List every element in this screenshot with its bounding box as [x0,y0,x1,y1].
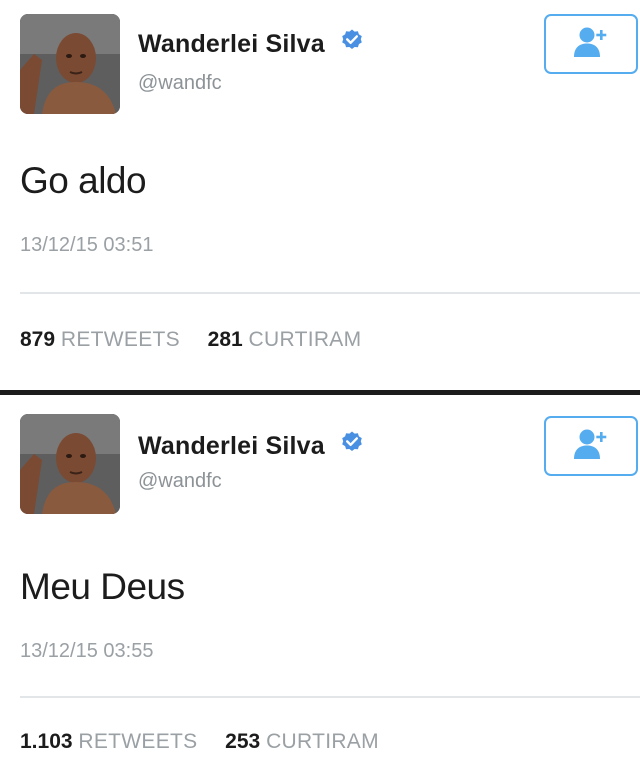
author-name[interactable]: Wanderlei Silva [138,430,364,461]
retweets-count: 879 [20,328,56,351]
verified-badge-icon [340,28,364,59]
add-user-icon [571,25,611,64]
author-name[interactable]: Wanderlei Silva [138,28,364,59]
retweets-count: 1.103 [20,730,73,753]
tweet-card: Wanderlei Silva @wandfc Meu Deus 13/12/1… [0,396,640,769]
tweet-stats: 1.103 RETWEETS 253 CURTIRAM [20,730,379,754]
likes-stat[interactable]: 253 CURTIRAM [225,730,379,753]
likes-count: 281 [207,328,243,351]
likes-label: CURTIRAM [266,730,379,753]
follow-button[interactable] [544,14,638,74]
likes-stat[interactable]: 281 CURTIRAM [208,328,362,351]
retweets-label: RETWEETS [78,730,198,753]
likes-count: 253 [225,730,261,753]
tweet-timestamp[interactable]: 13/12/15 03:51 [20,234,153,257]
retweets-stat[interactable]: 1.103 RETWEETS [20,730,203,753]
verified-badge-icon [340,430,364,461]
retweets-label: RETWEETS [60,328,180,351]
tweet-stats: 879 RETWEETS 281 CURTIRAM [20,328,361,352]
tweet-text: Meu Deus [20,566,185,607]
tweet-card: Wanderlei Silva @wandfc Go aldo 13/12/15… [0,0,640,390]
add-user-icon [571,427,611,466]
divider [20,696,640,698]
avatar[interactable] [20,414,120,514]
author-name-text: Wanderlei Silva [138,30,325,58]
author-name-text: Wanderlei Silva [138,432,325,460]
likes-label: CURTIRAM [248,328,362,351]
author-handle[interactable]: @wandfc [138,72,222,95]
tweet-text: Go aldo [20,160,147,201]
screenshot-separator [0,390,640,395]
divider [20,292,640,294]
retweets-stat[interactable]: 879 RETWEETS [20,328,186,351]
author-handle[interactable]: @wandfc [138,470,222,493]
tweet-timestamp[interactable]: 13/12/15 03:55 [20,640,153,663]
avatar[interactable] [20,14,120,114]
follow-button[interactable] [544,416,638,476]
